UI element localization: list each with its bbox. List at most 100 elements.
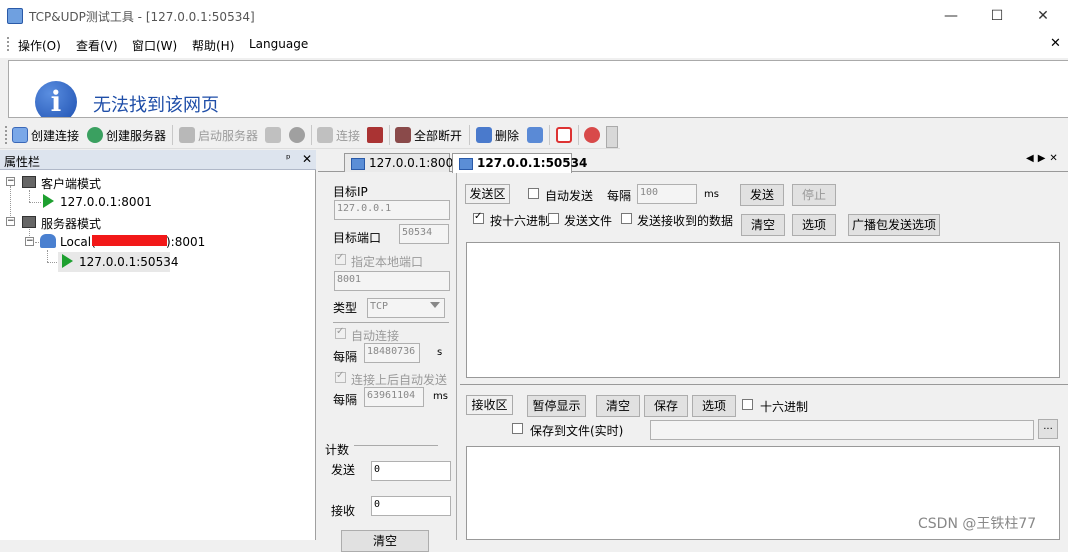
play-icon: [62, 254, 73, 268]
send-file-checkbox[interactable]: [548, 213, 559, 224]
auto-send-interval-field[interactable]: 63961104: [364, 387, 424, 407]
start-server-button[interactable]: 启动服务器: [198, 127, 258, 144]
tree-server-connection[interactable]: 127.0.0.1:50534: [79, 255, 178, 269]
toolbar-separator: [311, 125, 312, 145]
menu-language[interactable]: Language: [249, 37, 308, 51]
menu-grip: [7, 37, 10, 51]
target-ip-field[interactable]: 127.0.0.1: [334, 200, 450, 220]
broadcast-options-button[interactable]: 广播包发送选项: [848, 214, 940, 236]
play-icon: [43, 194, 54, 208]
divider: [333, 322, 449, 323]
interval-unit: s: [437, 347, 443, 358]
target-port-label: 目标端口: [333, 231, 382, 245]
send-area-label: 发送区: [465, 184, 510, 204]
connect-button[interactable]: 连接: [336, 127, 360, 144]
tree-collapse-icon[interactable]: −: [25, 237, 34, 246]
tree-line: [29, 190, 30, 202]
tree-server-local-suffix[interactable]: ):8001: [166, 235, 205, 249]
watermark: CSDN @王铁柱77: [918, 516, 1037, 532]
reconnect-interval-field[interactable]: 18480736: [364, 343, 420, 363]
tree-client-mode[interactable]: 客户端模式: [41, 175, 101, 192]
pin-icon[interactable]: ᵖ: [286, 152, 291, 165]
type-select-value: TCP: [370, 301, 389, 312]
auto-connect-checkbox[interactable]: [335, 326, 346, 339]
recv-hex-checkbox[interactable]: [742, 399, 753, 410]
recv-options-button[interactable]: 选项: [692, 395, 736, 417]
local-port-checkbox[interactable]: [335, 252, 346, 265]
toolbar-separator: [389, 125, 390, 145]
close-button[interactable]: ✕: [1020, 0, 1066, 32]
toolbar-separator: [549, 125, 550, 145]
recv-save-button[interactable]: 保存: [644, 395, 688, 417]
auto-send-toggle[interactable]: [528, 188, 539, 199]
client-mode-icon: [22, 176, 36, 188]
disconnect-all-icon: [395, 127, 411, 143]
users-icon: [40, 234, 56, 248]
toolbar-separator: [578, 125, 579, 145]
send-received-label: 发送接收到的数据: [637, 214, 734, 228]
send-interval-field[interactable]: 100: [637, 184, 697, 204]
start-server-icon: [179, 127, 195, 143]
toolbar-overflow-chevron-icon[interactable]: [606, 126, 618, 148]
power-icon[interactable]: [556, 127, 572, 143]
tree-collapse-icon[interactable]: −: [6, 177, 15, 186]
stop-button[interactable]: 停止: [792, 184, 836, 206]
send-textarea[interactable]: [466, 242, 1060, 378]
banner-message: 无法找到该网页: [93, 95, 219, 116]
recv-count-field[interactable]: 0: [371, 496, 451, 516]
browse-button[interactable]: ...: [1038, 419, 1058, 439]
local-port-field[interactable]: 8001: [334, 271, 450, 291]
auto-send-checkbox[interactable]: [335, 370, 346, 383]
disconnect-icon[interactable]: [367, 127, 383, 143]
maximize-button[interactable]: ☐: [974, 0, 1020, 32]
tab-navigation[interactable]: ◀▶✕: [1026, 153, 1062, 164]
hex-send-label: 按十六进制: [490, 214, 551, 228]
tree-line: [29, 202, 41, 203]
stop-server-icon[interactable]: [265, 127, 281, 143]
auto-connect-label: 自动连接: [351, 329, 400, 343]
tab-connection-8001[interactable]: 127.0.0.1:8001: [344, 153, 461, 172]
create-connection-button[interactable]: 创建连接: [31, 127, 79, 144]
tree-client-connection[interactable]: 127.0.0.1:8001: [60, 195, 152, 209]
send-interval-label: 每隔: [607, 189, 632, 203]
tree-server-mode[interactable]: 服务器模式: [41, 215, 101, 232]
delete-button[interactable]: 删除: [495, 127, 519, 144]
tree-server-local-prefix[interactable]: Local(: [60, 235, 96, 249]
pause-display-button[interactable]: 暂停显示: [527, 395, 586, 417]
save-to-file-checkbox[interactable]: [512, 423, 523, 434]
create-connection-icon: [12, 127, 28, 143]
hex-send-checkbox[interactable]: [473, 211, 484, 224]
menu-view[interactable]: 查看(V): [76, 37, 118, 54]
tab-label: 127.0.0.1:8001: [369, 156, 461, 170]
tree-collapse-icon[interactable]: −: [6, 217, 15, 226]
send-count-field[interactable]: 0: [371, 461, 451, 481]
settings-icon[interactable]: [527, 127, 543, 143]
tab-label: 127.0.0.1:50534: [477, 156, 588, 170]
clear-count-button[interactable]: 清空: [341, 530, 429, 552]
toolbar-separator: [469, 125, 470, 145]
menu-operation[interactable]: 操作(O): [18, 37, 61, 54]
splitter[interactable]: [460, 384, 1068, 385]
recv-clear-button[interactable]: 清空: [596, 395, 640, 417]
menu-window[interactable]: 窗口(W): [132, 37, 177, 54]
properties-close-icon[interactable]: ✕: [302, 152, 312, 166]
menu-close-icon[interactable]: ✕: [1050, 36, 1061, 51]
send-button[interactable]: 发送: [740, 184, 784, 206]
close-server-icon[interactable]: [289, 127, 305, 143]
chevron-down-icon: [430, 302, 440, 308]
type-select[interactable]: TCP: [367, 298, 445, 318]
send-received-checkbox[interactable]: [621, 213, 632, 224]
send-options-button[interactable]: 选项: [792, 214, 836, 236]
send-clear-button[interactable]: 清空: [741, 214, 785, 236]
save-path-field[interactable]: [650, 420, 1034, 440]
target-port-field[interactable]: 50534: [399, 224, 449, 244]
disconnect-all-button[interactable]: 全部断开: [414, 127, 462, 144]
error-log-icon[interactable]: [584, 127, 600, 143]
tab-connection-50534[interactable]: 127.0.0.1:50534: [452, 153, 587, 173]
send-count-label: 发送: [331, 463, 356, 477]
minimize-button[interactable]: —: [928, 0, 974, 32]
create-server-button[interactable]: 创建服务器: [106, 127, 166, 144]
recv-area-label: 接收区: [466, 395, 513, 415]
menu-help[interactable]: 帮助(H): [192, 37, 234, 54]
redaction-mark: [92, 235, 167, 246]
